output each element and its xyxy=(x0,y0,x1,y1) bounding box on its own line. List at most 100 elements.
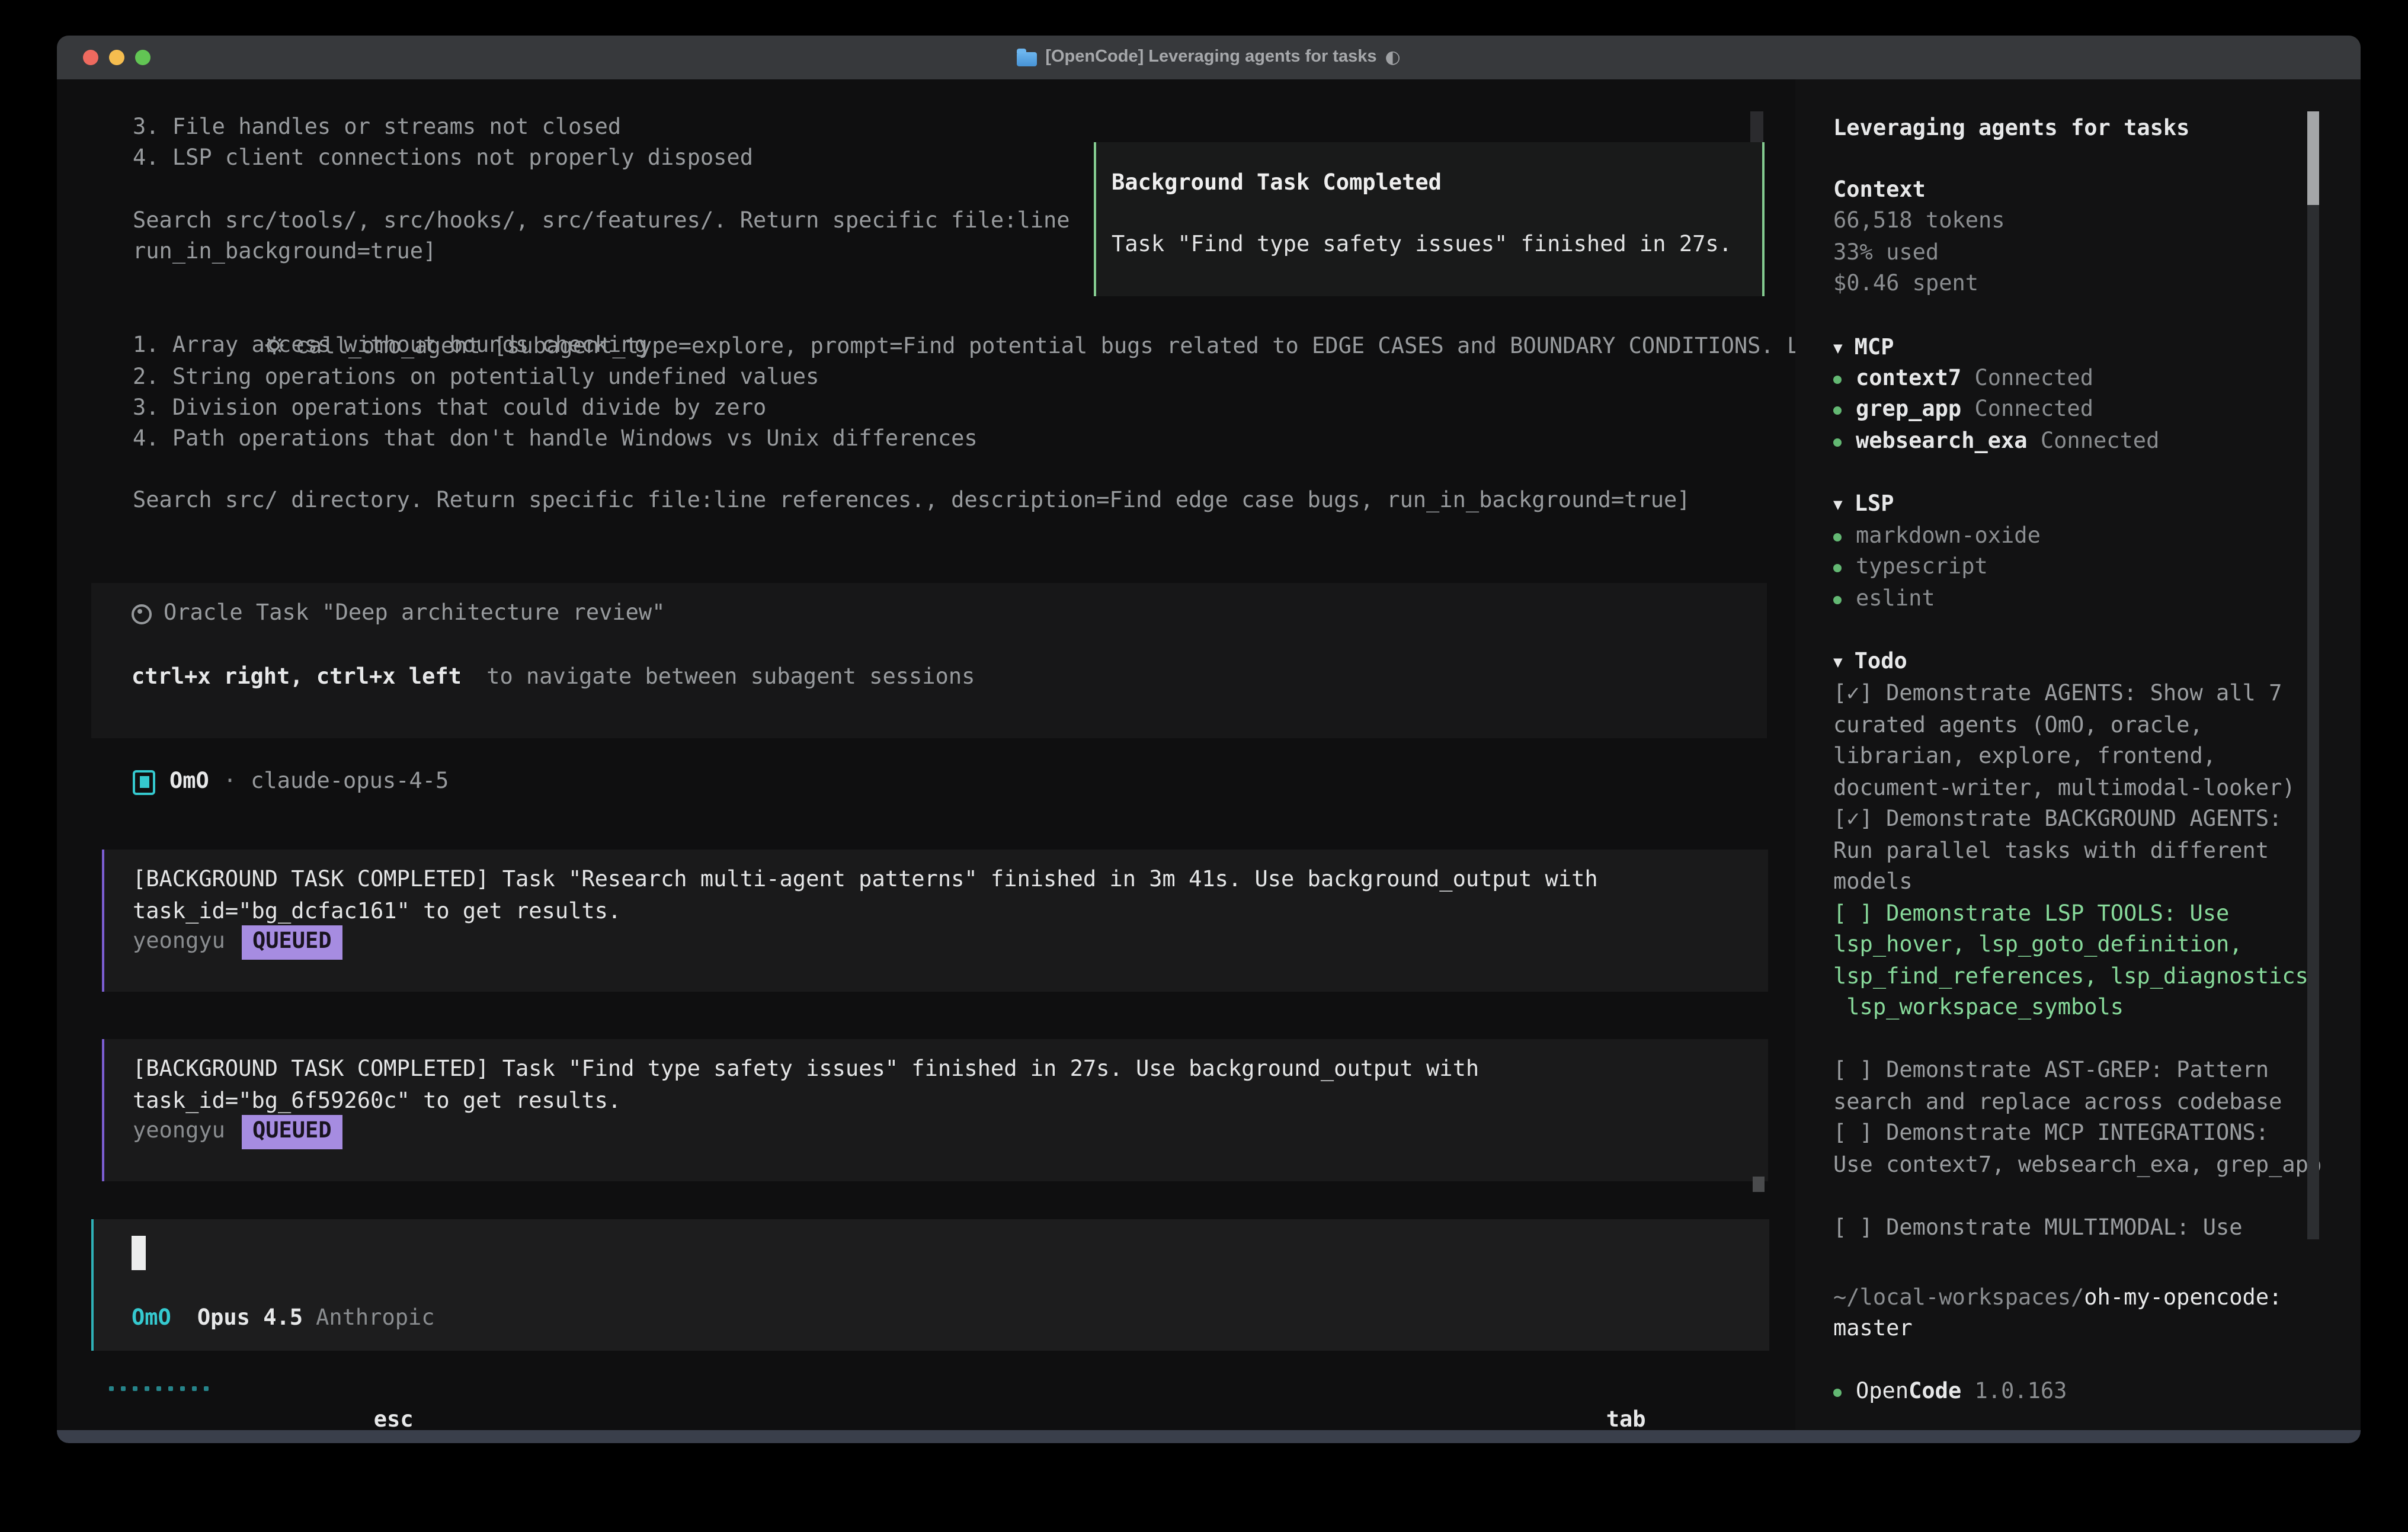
mcp-name: websearch_exa xyxy=(1856,429,2028,454)
lsp-name: markdown-oxide xyxy=(1856,524,2041,549)
todo-line: document-writer, multimodal-looker) xyxy=(1833,773,2343,805)
log-line: 4. LSP client connections not properly d… xyxy=(133,143,753,174)
task-message-line: [BACKGROUND TASK COMPLETED] Task "Find t… xyxy=(133,1055,1479,1085)
status-dot-icon xyxy=(1833,564,1842,572)
fisheye-circle-icon xyxy=(132,604,152,624)
oracle-hint-row: ctrl+x right, ctrl+x left to navigate be… xyxy=(132,662,975,693)
sidebar-scrollbar-thumb[interactable] xyxy=(2307,111,2319,205)
version-row: OpenCode 1.0.163 xyxy=(1833,1377,2067,1408)
tool-call-tail: Search src/ directory. Return specific f… xyxy=(133,486,1690,517)
toast-title: Background Task Completed xyxy=(1112,168,1442,199)
todo-line xyxy=(1833,1181,2343,1213)
text-cursor xyxy=(132,1236,146,1270)
lsp-section-header[interactable]: ▼ LSP xyxy=(1833,489,1894,523)
todo-line: Use context7, websearch_exa, grep_app xyxy=(1833,1150,2343,1181)
opencode-window: [OpenCode] Leveraging agents for tasks ◐… xyxy=(57,36,2361,1443)
mcp-status xyxy=(1961,366,1974,391)
half-circle-progress-icon: ◐ xyxy=(1385,36,1401,79)
conversation-scrollbar-end[interactable] xyxy=(1753,1177,1765,1192)
chevron-down-icon: ▼ xyxy=(1833,648,1843,679)
workspace-prefix: ~/local-workspaces/ xyxy=(1833,1286,2084,1310)
tool-call-item: 3. Division operations that could divide… xyxy=(133,393,766,424)
lsp-item: markdown-oxide xyxy=(1833,521,2041,552)
tool-call-item: 1. Array access without bounds checking xyxy=(133,331,648,361)
titlebar: [OpenCode] Leveraging agents for tasks ◐ xyxy=(57,36,2361,79)
mcp-status: Connected xyxy=(1975,366,2094,391)
status-dot-icon xyxy=(1833,438,1842,447)
context-used: 33% used xyxy=(1833,238,1939,269)
app-name-bold: Code xyxy=(1909,1379,1961,1404)
window-bottom-edge xyxy=(57,1430,2361,1443)
mcp-section-header[interactable]: ▼ MCP xyxy=(1833,333,1894,366)
todo-line: [ ] Demonstrate MCP INTEGRATIONS: xyxy=(1833,1118,2343,1150)
oracle-task-card: Oracle Task "Deep architecture review" c… xyxy=(91,583,1767,738)
lsp-item: eslint xyxy=(1833,584,1935,615)
workspace-path: ~/local-workspaces/oh-my-opencode: xyxy=(1833,1283,2282,1314)
workspace-repo: oh-my-opencode: xyxy=(2084,1286,2282,1310)
status-dot-icon xyxy=(1833,596,1842,604)
status-dot-icon xyxy=(1833,376,1842,384)
status-dot-icon xyxy=(1833,1389,1842,1397)
chevron-down-icon: ▼ xyxy=(1833,491,1843,521)
mcp-item: context7 Connected xyxy=(1833,364,2093,395)
agent-name: OmO xyxy=(169,767,209,797)
mcp-heading: MCP xyxy=(1855,335,1894,360)
background-task-toast: Background Task Completed Task "Find typ… xyxy=(1094,142,1765,296)
task-meta-row: yeongyu QUEUED xyxy=(133,1115,342,1148)
conversation-scrollbar-thumb[interactable] xyxy=(1750,111,1763,142)
todo-line-active: lsp_find_references, lsp_diagnostics, xyxy=(1833,961,2343,993)
status-dot-icon xyxy=(1833,406,1842,415)
input-provider: Anthropic xyxy=(316,1303,435,1334)
log-line: run_in_background=true] xyxy=(133,237,436,268)
workspace-branch: master xyxy=(1833,1314,1913,1345)
log-line: Search src/tools/, src/hooks/, src/featu… xyxy=(133,206,1070,237)
todo-line: search and replace across codebase xyxy=(1833,1087,2343,1118)
task-user: yeongyu xyxy=(133,1116,225,1147)
lsp-name: eslint xyxy=(1856,586,1935,611)
todo-heading: Todo xyxy=(1855,649,1907,674)
screen: [OpenCode] Leveraging agents for tasks ◐… xyxy=(0,0,2408,1532)
lsp-item: typescript xyxy=(1833,552,1988,583)
session-sidebar: Leveraging agents for tasks Context 66,5… xyxy=(1795,79,2361,1430)
todo-section-header[interactable]: ▼ Todo xyxy=(1833,647,1907,680)
window-title-group: [OpenCode] Leveraging agents for tasks ◐ xyxy=(57,36,2361,79)
keyboard-hints: tab switch agent ctrl+p commands xyxy=(1474,1374,1765,1430)
task-meta-row: yeongyu QUEUED xyxy=(133,925,342,959)
todo-line: models xyxy=(1833,867,2343,899)
tool-call-item: 2. String operations on potentially unde… xyxy=(133,363,819,393)
agent-header: OmO · claude-opus-4-5 xyxy=(133,768,449,796)
todo-line-active: lsp_hover, lsp_goto_definition, xyxy=(1833,930,2343,961)
interrupt-hint: esc interrupt xyxy=(242,1374,492,1430)
tool-call-item: 4. Path operations that don't handle Win… xyxy=(133,424,978,455)
lsp-heading: LSP xyxy=(1855,492,1894,517)
todo-line: [ ] Demonstrate MULTIMODAL: Use xyxy=(1833,1213,2343,1244)
todo-line: Run parallel tasks with different xyxy=(1833,836,2343,867)
folder-icon xyxy=(1017,52,1037,66)
lsp-name: typescript xyxy=(1856,555,1988,579)
todo-line: librarian, explore, frontend, xyxy=(1833,742,2343,773)
todo-line: [✓] Demonstrate BACKGROUND AGENTS: xyxy=(1833,805,2343,836)
task-message-line: [BACKGROUND TASK COMPLETED] Task "Resear… xyxy=(133,865,1598,896)
todo-line xyxy=(1833,1024,2343,1056)
context-spent: $0.46 spent xyxy=(1833,269,1978,300)
app-name: Open xyxy=(1856,1379,1909,1404)
task-message-line: task_id="bg_dcfac161" to get results. xyxy=(133,897,621,928)
toast-body: Task "Find type safety issues" finished … xyxy=(1112,230,1732,261)
input-status-row: OmO Opus 4.5 Anthropic xyxy=(132,1303,435,1334)
mcp-name: context7 xyxy=(1856,366,1961,391)
oracle-hint-keys: ctrl+x right, ctrl+x left xyxy=(132,662,462,693)
task-card: [BACKGROUND TASK COMPLETED] Task "Find t… xyxy=(102,1039,1768,1181)
prompt-input[interactable]: OmO Opus 4.5 Anthropic xyxy=(91,1219,1769,1351)
oracle-title-row: Oracle Task "Deep architecture review" xyxy=(132,598,665,629)
agent-model: claude-opus-4-5 xyxy=(251,767,449,797)
chevron-down-icon: ▼ xyxy=(1833,334,1843,365)
spinner-dots xyxy=(109,1386,209,1391)
mcp-name: grep_app xyxy=(1856,397,1961,422)
todo-line: [ ] Demonstrate AST-GREP: Pattern xyxy=(1833,1056,2343,1087)
input-model: Opus 4.5 xyxy=(197,1303,303,1334)
oracle-title: Oracle Task "Deep architecture review" xyxy=(164,598,665,629)
sidebar-scrollbar-track[interactable] xyxy=(2307,205,2319,1239)
oracle-hint-text: to navigate between subagent sessions xyxy=(473,662,975,693)
context-heading: Context xyxy=(1833,175,1926,206)
mcp-status: Connected xyxy=(1975,397,2094,422)
